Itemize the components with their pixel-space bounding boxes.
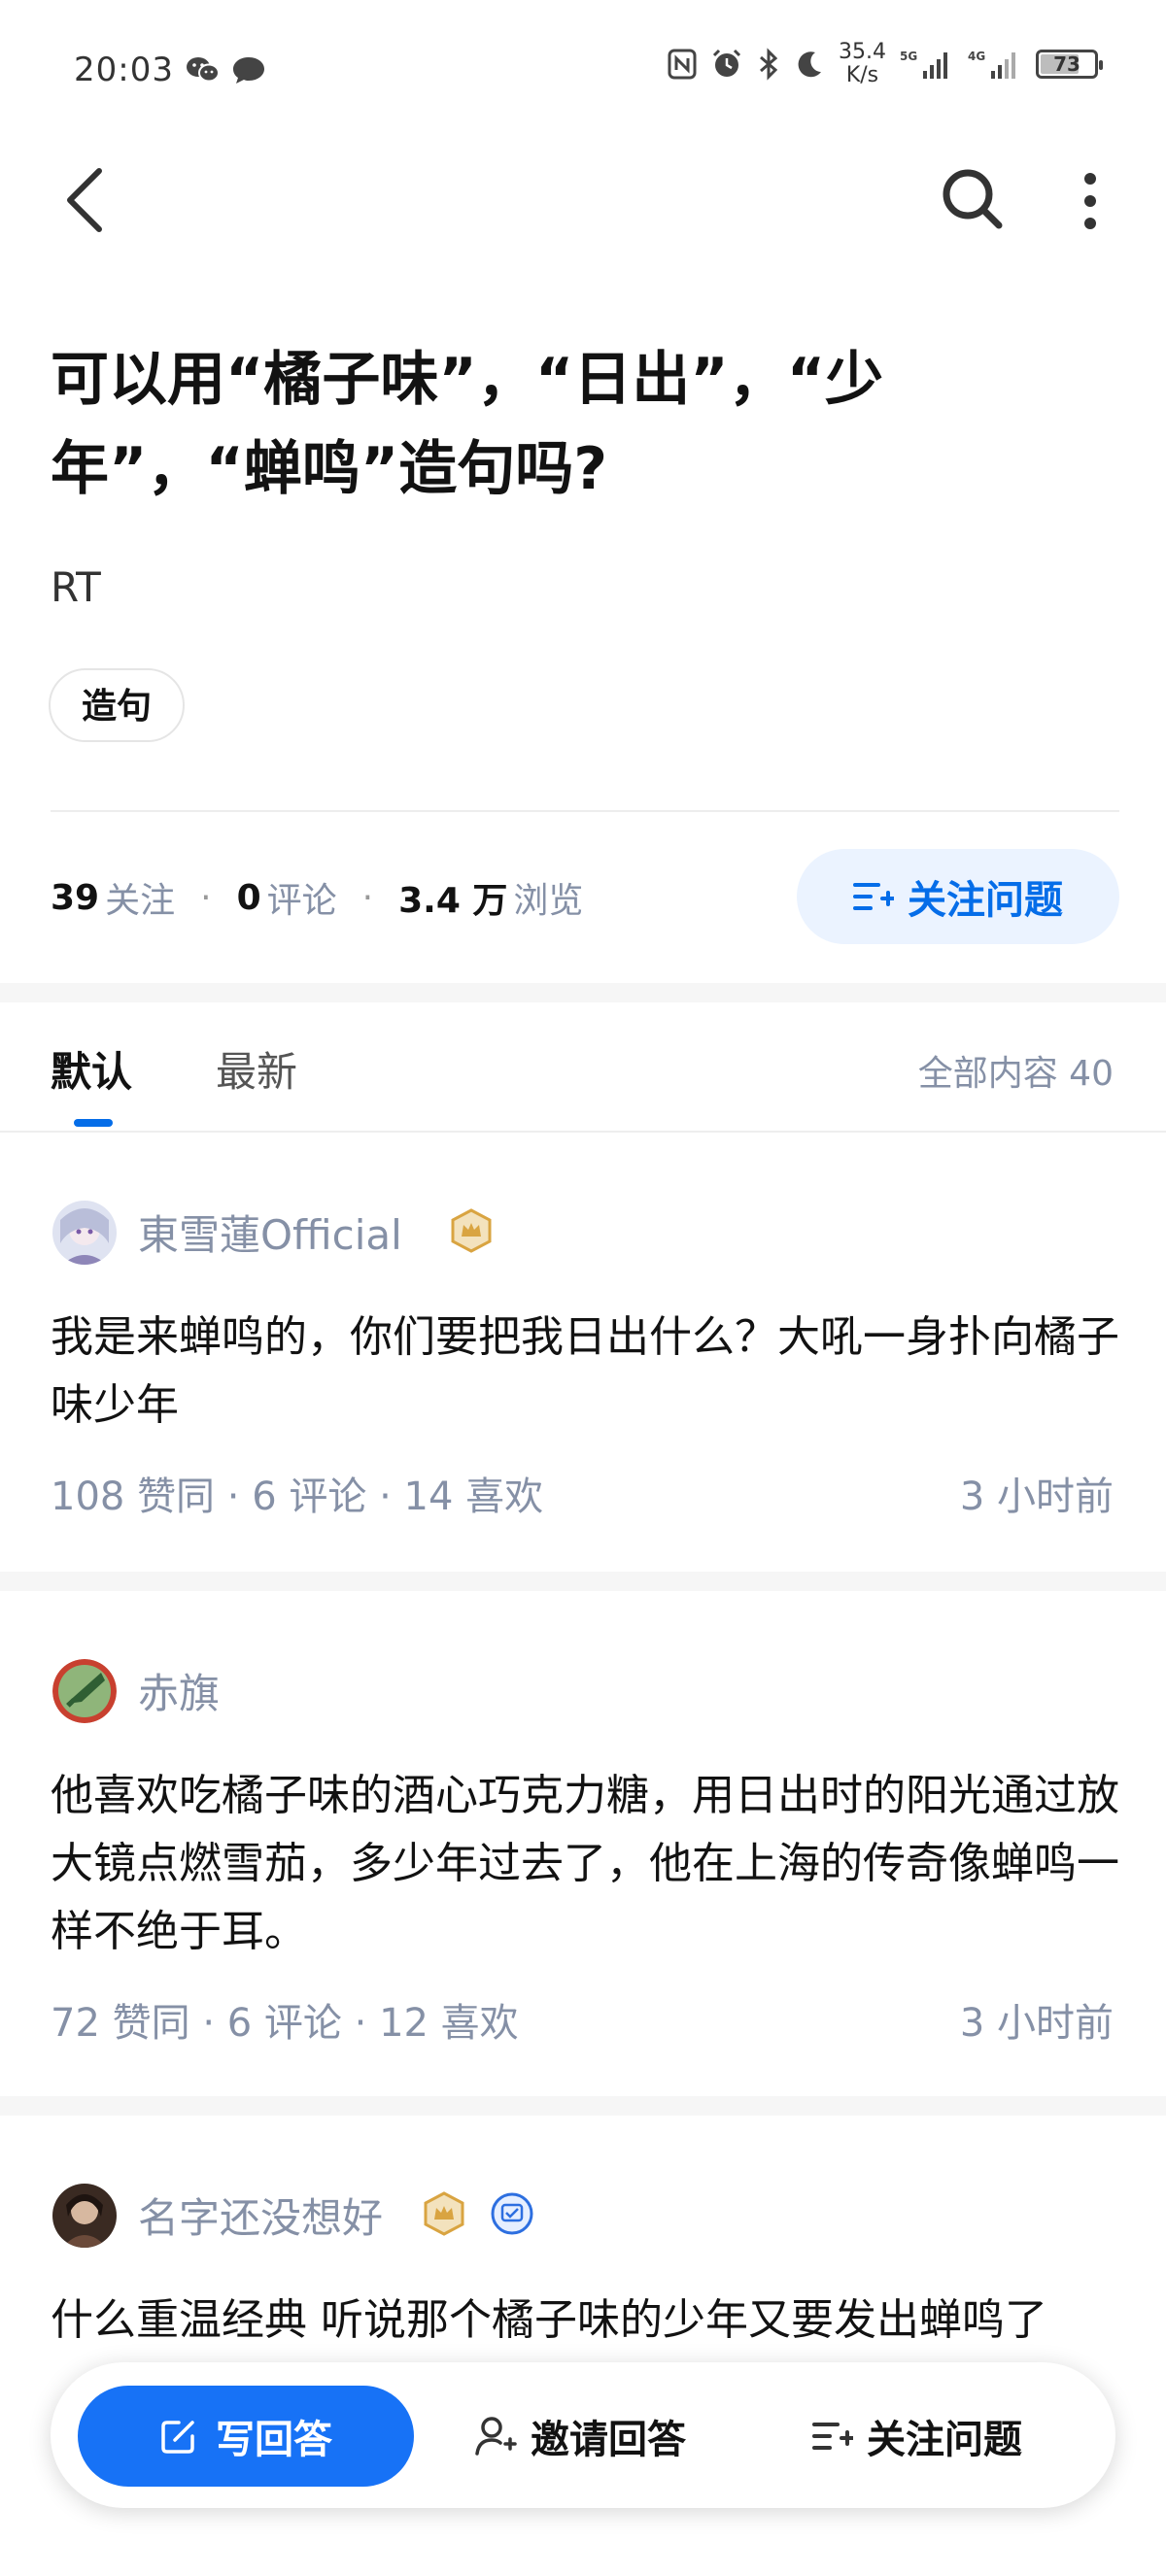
views-label: 浏览 (513, 881, 584, 921)
divider (51, 810, 1119, 812)
signal-2-label: 4G (968, 50, 985, 63)
tab-latest[interactable]: 最新 (216, 1039, 297, 1099)
network-speed-value: 35.4 (839, 40, 886, 64)
avatar[interactable] (52, 2184, 117, 2248)
stats-separator: · (200, 877, 212, 918)
status-time: 20:03 (74, 51, 174, 89)
follow-question-bottom-label: 关注问题 (867, 2418, 1022, 2462)
answer-content[interactable]: 我是来蝉鸣的，你们要把我日出什么？大吼一身扑向橘子味少年 (51, 1304, 1119, 1440)
bluetooth-icon (760, 48, 778, 81)
follow-question-button[interactable]: 关注问题 (797, 849, 1119, 944)
follow-list-icon (853, 883, 894, 910)
answer-meta: 72 赞同 · 6 评论 · 12 喜欢 (51, 2001, 519, 2046)
notification-icons (185, 54, 266, 85)
topic-tag[interactable]: 造句 (49, 668, 186, 742)
author-name[interactable]: 名字还没想好 (138, 2186, 383, 2245)
followers-label: 关注 (105, 881, 176, 921)
invite-answer-button[interactable]: 邀请回答 (474, 2386, 686, 2487)
message-icon (233, 57, 264, 84)
question-title: 可以用“橘子味”，“日出”，“少年”，“蝉鸣”造句吗? (51, 346, 884, 503)
follow-question-bottom-button[interactable]: 关注问题 (812, 2386, 1022, 2487)
author-name[interactable]: 赤旗 (138, 1661, 220, 1720)
status-bar: 20:03 35.4 K/s 5G 4G 73 (0, 0, 1166, 146)
answer-meta: 108 赞同 · 6 评论 · 14 喜欢 (51, 1474, 544, 1519)
nfc-icon (668, 49, 697, 80)
followers-count: 39 (51, 877, 100, 918)
comments-label[interactable]: 评论 (267, 872, 337, 923)
answer-content[interactable]: 什么重温经典 听说那个橘子味的少年又要发出蝉鸣了 (51, 2287, 1119, 2355)
invite-user-icon (475, 2417, 517, 2456)
all-content-count: 全部内容 40 (917, 1054, 1114, 1094)
section-separator (0, 1572, 1166, 1591)
gold-badge-icon (451, 1208, 492, 1253)
answer-tabs: 默认 最新 全部内容 40 (0, 1000, 1166, 1133)
stats-separator: · (361, 877, 374, 918)
tab-default[interactable]: 默认 (51, 1039, 132, 1099)
follow-list-icon (812, 2423, 853, 2450)
avatar-image (52, 2184, 117, 2248)
question-stats: 39 关注 · 0 评论 · 3.4 万 浏览 (51, 872, 583, 923)
answer-card[interactable]: 赤旗 他喜欢吃橘子味的酒心巧克力糖，用日出时的阳光通过放大镜点燃雪茄，多少年过去… (0, 1591, 1166, 2096)
verified-badge-icon (491, 2192, 533, 2235)
signal-icon: 4G (968, 50, 1015, 79)
question-description: RT (51, 563, 101, 611)
tab-active-indicator (74, 1119, 113, 1127)
network-speed-unit: K/s (845, 63, 879, 87)
section-separator (0, 2096, 1166, 2116)
battery-icon: 73 (1036, 50, 1103, 79)
author-name[interactable]: 東雪蓮Official (138, 1203, 402, 1262)
answer-time: 3 小时前 (959, 1474, 1114, 1519)
section-separator (0, 983, 1166, 1002)
moon-icon (798, 51, 822, 78)
back-arrow-icon[interactable] (58, 163, 113, 237)
alarm-icon (712, 49, 741, 77)
more-vertical-icon[interactable] (1071, 167, 1110, 235)
signal-icon: 5G (900, 50, 947, 79)
network-speed: 35.4 K/s (839, 41, 886, 87)
gold-badge-icon (424, 2191, 464, 2236)
invite-answer-label: 邀请回答 (531, 2418, 686, 2462)
status-right-icons: 35.4 K/s 5G 4G 73 (668, 41, 1103, 87)
avatar-image (52, 1659, 117, 1723)
avatar[interactable] (52, 1201, 117, 1265)
answer-content[interactable]: 他喜欢吃橘子味的酒心巧克力糖，用日出时的阳光通过放大镜点燃雪茄，多少年过去了，他… (51, 1762, 1119, 1966)
views-count: 3.4 万 (398, 881, 508, 921)
edit-icon (161, 2421, 194, 2454)
signal-1-label: 5G (900, 50, 917, 63)
answer-card[interactable]: 東雪蓮Official 我是来蝉鸣的，你们要把我日出什么？大吼一身扑向橘子味少年… (0, 1133, 1166, 1572)
comments-count[interactable]: 0 (237, 878, 261, 918)
follow-question-label: 关注问题 (908, 878, 1063, 923)
bottom-action-bar: 写回答 邀请回答 关注问题 (51, 2362, 1115, 2508)
write-answer-button[interactable]: 写回答 (78, 2386, 414, 2487)
write-answer-label: 写回答 (216, 2418, 332, 2462)
avatar[interactable] (52, 1659, 117, 1723)
answer-time: 3 小时前 (959, 2001, 1114, 2046)
avatar-image (52, 1201, 117, 1265)
wechat-icon (187, 57, 220, 83)
search-icon[interactable] (939, 165, 1007, 233)
battery-percent: 73 (1053, 52, 1080, 76)
